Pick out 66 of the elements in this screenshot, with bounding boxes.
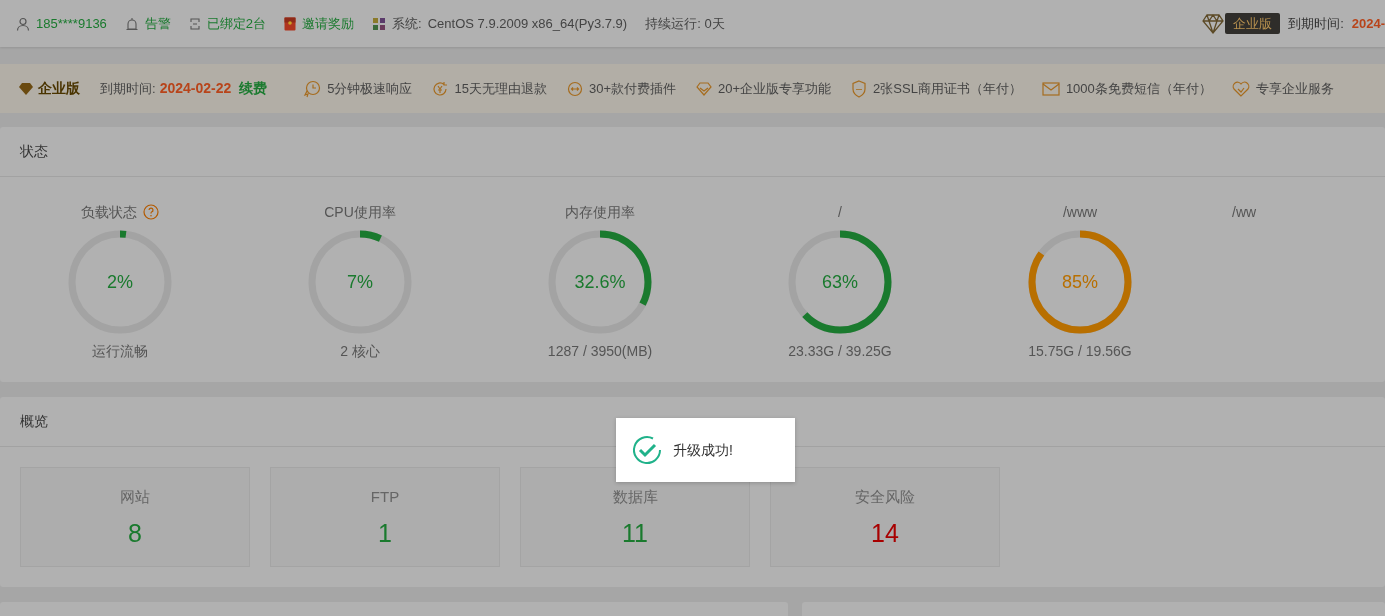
stat-card[interactable]: FTP 1 <box>270 467 500 567</box>
gauge-label: 负载状态 <box>81 202 137 222</box>
stat-label: 安全风险 <box>855 487 915 507</box>
diamond-icon <box>18 81 34 96</box>
stat-value: 14 <box>871 517 899 549</box>
gauge-label: 内存使用率 <box>565 202 635 222</box>
help-icon[interactable] <box>143 204 159 220</box>
gauge-value: 2% <box>107 270 133 294</box>
mail-icon <box>1041 81 1060 96</box>
clock-icon <box>303 79 322 98</box>
panel-title: 状态 <box>20 142 48 161</box>
toast-message: 升级成功! <box>673 440 733 460</box>
expire-label: 到期时间: <box>1288 14 1344 33</box>
stat-card[interactable]: 网站 8 <box>20 467 250 567</box>
perk-text: 15天无理由退款 <box>454 79 547 98</box>
top-bar-item[interactable]: 已绑定2台 <box>206 13 267 34</box>
stat-card[interactable]: 安全风险 14 <box>770 467 1000 567</box>
perk-text: 2张SSL商用证书（年付） <box>873 79 1022 98</box>
refund-icon <box>432 80 449 97</box>
gauge-caption: 运行流畅 <box>92 342 148 361</box>
edition-label: 企业版 <box>38 79 80 98</box>
os-logo-icon <box>372 16 387 31</box>
bell-icon <box>124 16 139 31</box>
perk-text: 1000条免费短信（年付） <box>1065 79 1212 98</box>
gauge-caption: 15.75G / 19.56G <box>1028 342 1132 361</box>
plugin-icon <box>566 80 583 97</box>
heart-icon <box>1231 80 1250 97</box>
gauge-value: 7% <box>347 270 373 294</box>
expire-date: 2024- <box>1351 14 1385 33</box>
user-icon <box>16 16 30 31</box>
stat-label: FTP <box>370 487 400 507</box>
stat-value: 11 <box>622 517 648 549</box>
top-bar-item[interactable]: 告警 <box>144 13 171 34</box>
top-bar-item: CentOS 7.9.2009 x86_64(Py3.7.9) <box>427 14 628 33</box>
diamond-icon <box>696 81 712 96</box>
gauge-label: /www <box>1062 202 1098 222</box>
gauge-label: / <box>838 202 842 222</box>
gauge-label: /ww <box>1232 202 1257 222</box>
top-bar-item: 持续运行: 0天 <box>645 14 725 33</box>
panel-title: 概览 <box>20 412 48 431</box>
gauge-caption: 1287 / 3950(MB) <box>547 342 653 361</box>
top-bar-item[interactable]: 邀请奖励 <box>302 13 355 34</box>
perk-text: 30+款付费插件 <box>588 79 676 98</box>
stat-value: 8 <box>128 517 142 549</box>
diamond-icon <box>1201 13 1226 34</box>
gauge-value: 63% <box>822 270 858 294</box>
stat-value: 1 <box>378 517 392 549</box>
gauge-value: 85% <box>1062 270 1098 294</box>
perk-text: 专享企业服务 <box>1255 79 1334 98</box>
gauge-value: 32.6% <box>574 270 626 294</box>
stat-card[interactable]: 数据库 11 <box>520 467 750 567</box>
renew-link[interactable]: 续费 <box>239 78 268 99</box>
expire-label: 到期时间: <box>100 79 156 98</box>
perk-text: 20+企业版专享功能 <box>718 79 832 98</box>
gauge-label: CPU使用率 <box>324 202 396 222</box>
gift-envelope-icon <box>284 16 297 31</box>
perk-text: 5分钟极速响应 <box>327 79 413 98</box>
system-label: 系统: <box>392 14 422 33</box>
stat-label: 网站 <box>120 487 150 507</box>
stat-label: 数据库 <box>612 487 658 507</box>
gauge-caption: 23.33G / 39.25G <box>788 342 892 361</box>
check-circle-icon <box>631 434 663 466</box>
top-bar-item[interactable]: 185****9136 <box>36 13 107 34</box>
gauge-caption: 2 核心 <box>340 342 380 361</box>
edition-badge: 企业版 <box>1225 12 1281 35</box>
expire-date: 2024-02-22 <box>159 79 232 98</box>
